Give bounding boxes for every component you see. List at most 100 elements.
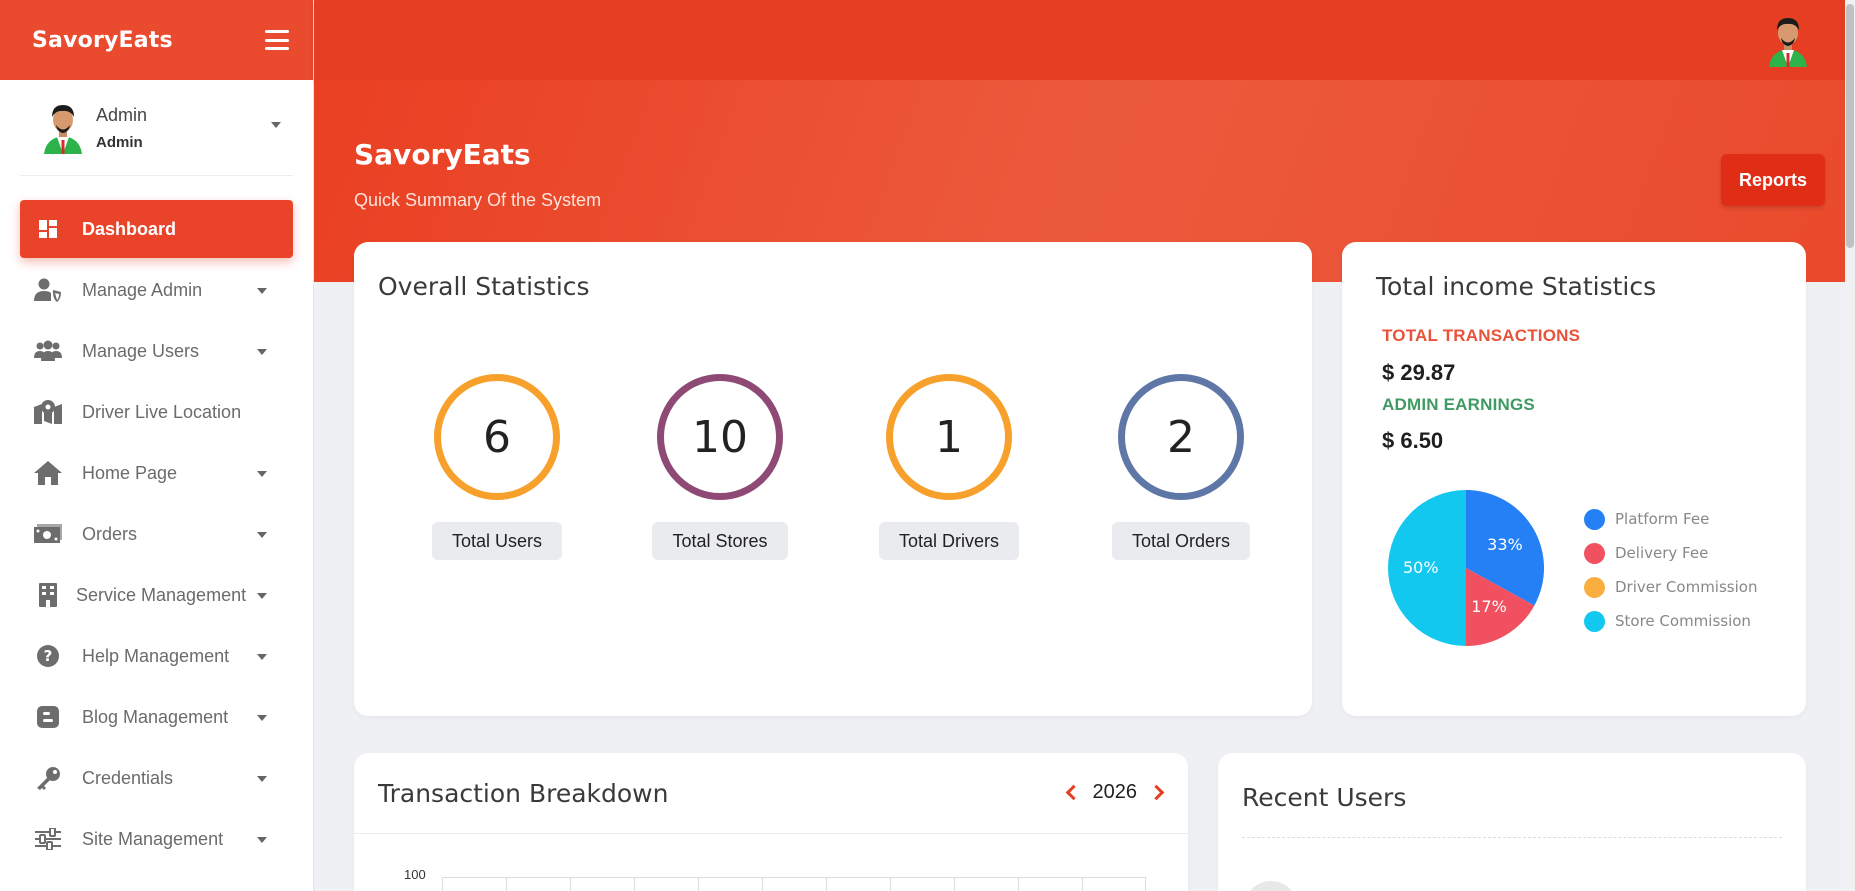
building-icon [34, 581, 62, 609]
money-icon [34, 520, 62, 548]
brand-logo[interactable]: SavoryEats [32, 28, 173, 53]
page-subtitle: Quick Summary Of the System [354, 190, 602, 210]
avatar [1244, 881, 1298, 891]
svg-text:?: ? [44, 647, 53, 665]
profile-name: Admin [96, 104, 148, 125]
chevron-down-icon [257, 532, 267, 538]
sidebar-item-dashboard[interactable]: Dashboard [20, 200, 293, 258]
year-label: 2026 [1092, 781, 1138, 803]
sidebar-item-label: Driver Live Location [82, 401, 242, 422]
sidebar-item-site-management[interactable]: Site Management [20, 810, 293, 868]
sidebar-header: SavoryEats [0, 0, 313, 80]
chart-grid [442, 877, 1146, 891]
chevron-down-icon [257, 593, 267, 599]
chevron-down-icon [257, 715, 267, 721]
transaction-breakdown-card: Transaction Breakdown 2026 100 [354, 753, 1188, 891]
stat-label: Total Stores [652, 522, 788, 560]
transactions-label: TOTAL TRANSACTIONS [1382, 326, 1581, 345]
top-navbar [314, 0, 1855, 80]
avatar[interactable] [1765, 14, 1811, 68]
stat-total-orders: 2 Total Orders [1096, 374, 1266, 560]
overall-statistics-card: Overall Statistics 6 Total Users 10 Tota… [354, 242, 1312, 716]
legend-label: Store Commission [1615, 612, 1751, 630]
legend-label: Driver Commission [1615, 578, 1758, 596]
card-title: Transaction Breakdown [378, 779, 669, 808]
legend-item[interactable]: Driver Commission [1584, 570, 1757, 604]
home-icon [34, 459, 62, 487]
sidebar-item-driver-live-location[interactable]: Driver Live Location [20, 383, 293, 441]
stat-ring: 2 [1118, 374, 1244, 500]
user-shield-icon [34, 276, 62, 304]
chevron-down-icon [257, 288, 267, 294]
pie-label: 17% [1471, 597, 1507, 616]
year-selector: 2026 [1065, 781, 1165, 804]
sidebar-item-label: Site Management [82, 828, 224, 849]
legend-dot [1584, 542, 1605, 564]
card-title: Recent Users [1242, 783, 1407, 812]
sidebar-item-label: Blog Management [82, 706, 229, 727]
stat-label: Total Orders [1111, 522, 1251, 560]
page-title: SavoryEats [354, 138, 531, 171]
sidebar-item-home-page[interactable]: Home Page [20, 444, 293, 502]
legend-item[interactable]: Delivery Fee [1584, 536, 1757, 570]
stat-label: Total Users [431, 522, 563, 560]
sidebar: SavoryEats Admin Admin Dashboard Manage … [0, 0, 314, 891]
menu-toggle-icon[interactable] [265, 30, 289, 50]
income-statistics-card: Total income Statistics TOTAL TRANSACTIO… [1342, 242, 1806, 716]
income-pie-chart: 33% 17% 50% [1388, 490, 1544, 646]
sidebar-item-blog-management[interactable]: Blog Management [20, 688, 293, 746]
card-title: Overall Statistics [378, 272, 590, 301]
stat-total-stores: 10 Total Stores [635, 374, 805, 560]
divider [1242, 837, 1782, 838]
sidebar-item-label: Orders [82, 523, 138, 544]
map-marker-icon [34, 398, 62, 426]
legend-label: Platform Fee [1615, 510, 1710, 528]
legend-item[interactable]: Platform Fee [1584, 502, 1757, 536]
chevron-down-icon [257, 654, 267, 660]
chevron-down-icon[interactable] [271, 122, 281, 128]
legend-dot [1584, 508, 1605, 530]
dashboard-icon [34, 215, 62, 243]
stat-ring: 1 [886, 374, 1012, 500]
key-icon [34, 764, 62, 792]
page-scrollbar[interactable] [1845, 0, 1855, 891]
question-circle-icon: ? [34, 642, 62, 670]
sidebar-item-orders[interactable]: Orders [20, 505, 293, 563]
profile-role: Admin [96, 133, 143, 151]
stat-total-users: 6 Total Users [412, 374, 582, 560]
sidebar-item-manage-users[interactable]: Manage Users [20, 322, 293, 380]
legend-label: Delivery Fee [1615, 544, 1709, 562]
blogger-icon [34, 703, 62, 731]
sidebar-item-credentials[interactable]: Credentials [20, 749, 293, 807]
sidebar-item-manage-admin[interactable]: Manage Admin [20, 261, 293, 319]
legend-item[interactable]: Store Commission [1584, 604, 1757, 638]
transactions-value: $ 29.87 [1382, 360, 1456, 385]
users-icon [34, 337, 62, 365]
user-profile[interactable]: Admin Admin [20, 80, 293, 176]
chevron-right-icon[interactable] [1148, 784, 1165, 801]
sidebar-item-label: Credentials [82, 767, 174, 788]
pie-legend: Platform Fee Delivery Fee Driver Commiss… [1584, 502, 1757, 638]
sidebar-item-label: Service Management [76, 584, 247, 605]
chevron-down-icon [257, 471, 267, 477]
chevron-left-icon[interactable] [1065, 784, 1081, 801]
stat-ring: 10 [657, 374, 783, 500]
earnings-value: $ 6.50 [1382, 428, 1444, 453]
stat-total-drivers: 1 Total Drivers [864, 374, 1034, 560]
sidebar-item-label: Home Page [82, 462, 178, 483]
y-axis-tick: 100 [404, 867, 426, 882]
pie-label: 50% [1403, 558, 1439, 577]
reports-button[interactable]: Reports [1721, 154, 1825, 206]
sidebar-item-label: Manage Admin [82, 279, 203, 300]
card-title: Total income Statistics [1376, 272, 1657, 301]
legend-dot [1584, 576, 1605, 598]
sidebar-item-service-management[interactable]: Service Management [20, 566, 293, 624]
pie-label: 33% [1487, 535, 1523, 554]
earnings-label: ADMIN EARNINGS [1382, 395, 1535, 414]
stat-label: Total Drivers [878, 522, 1020, 560]
sliders-icon [34, 825, 62, 853]
chevron-down-icon [257, 349, 267, 355]
sidebar-item-help-management[interactable]: ? Help Management [20, 627, 293, 685]
scrollbar-thumb[interactable] [1846, 4, 1854, 248]
sidebar-item-label: Manage Users [82, 340, 200, 361]
